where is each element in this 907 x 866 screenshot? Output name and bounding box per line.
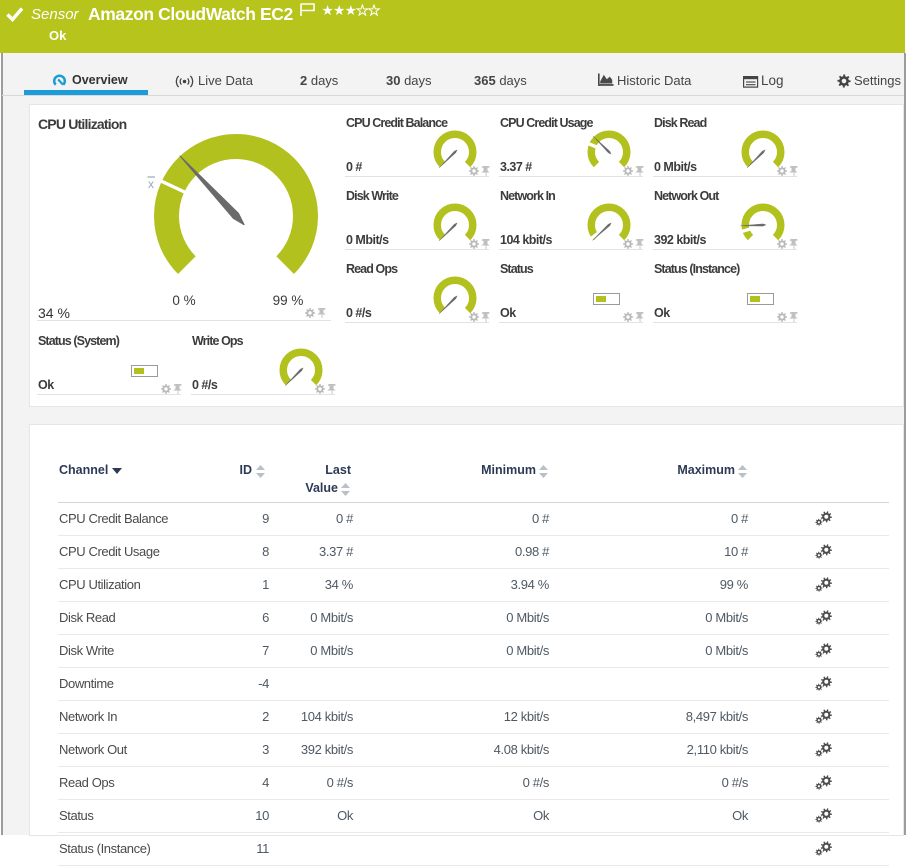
svg-text:x: x [148,177,154,191]
